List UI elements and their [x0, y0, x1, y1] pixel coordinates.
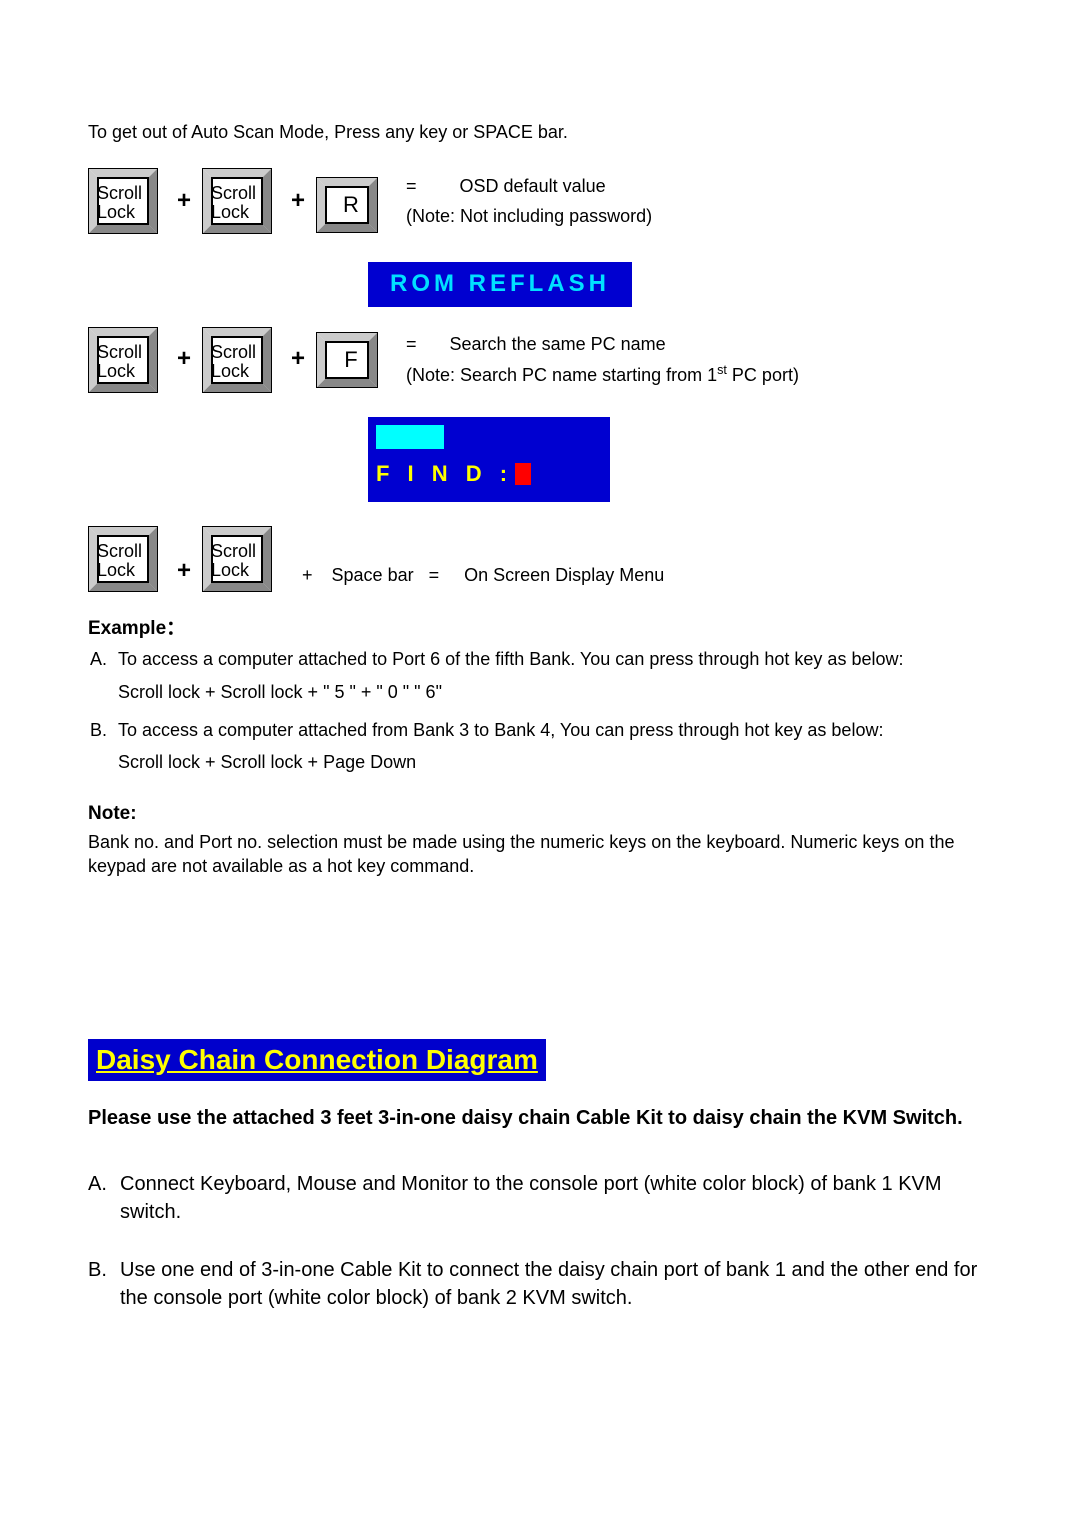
hotkey-row-r: Scroll Lock + Scroll Lock + R = OSD defa… — [88, 168, 992, 234]
scroll-lock-key: Scroll Lock — [202, 526, 272, 592]
plus-icon: + — [166, 555, 202, 587]
cursor-icon — [515, 463, 531, 485]
plus-icon: + — [166, 343, 202, 375]
plus-icon: + — [288, 565, 327, 585]
scroll-lock-key: Scroll Lock — [202, 168, 272, 234]
item-sub: Scroll lock + Scroll lock + Page Down — [118, 750, 992, 774]
list-item: B. To access a computer attached from Ba… — [90, 718, 992, 742]
find-box: F I N D : — [368, 417, 610, 502]
key-label: Scroll Lock — [97, 542, 151, 580]
item-text: To access a computer attached to Port 6 … — [118, 647, 903, 671]
example-list: A. To access a computer attached to Port… — [90, 647, 992, 774]
scroll-lock-key: Scroll Lock — [88, 526, 158, 592]
example-heading: Example： — [88, 616, 992, 642]
key-label: Scroll Lock — [211, 184, 265, 222]
item-text: To access a computer attached from Bank … — [118, 718, 883, 742]
result-text: = Search the same PC name (Note: Search … — [406, 332, 799, 388]
find-label: F I N D : — [376, 459, 513, 489]
note-heading: Note: — [88, 801, 992, 827]
key-label: Scroll Lock — [97, 343, 151, 381]
result-label: Search the same PC name — [450, 334, 666, 354]
list-item: B. Use one end of 3-in-one Cable Kit to … — [88, 1256, 992, 1312]
cyan-block-icon — [376, 425, 444, 449]
hotkey-row-space: Scroll Lock + Scroll Lock + Space bar = … — [88, 526, 992, 592]
plus-icon: + — [166, 185, 202, 217]
plus-icon: + — [280, 343, 316, 375]
item-label: A. — [88, 1170, 120, 1226]
scroll-lock-key: Scroll Lock — [202, 327, 272, 393]
r-key: R — [316, 177, 378, 233]
key-label: Scroll Lock — [211, 542, 265, 580]
key-label: Scroll Lock — [211, 343, 265, 381]
list-item: A. Connect Keyboard, Mouse and Monitor t… — [88, 1170, 992, 1226]
item-label: B. — [88, 1256, 120, 1312]
result-label: OSD default value — [460, 176, 606, 196]
key-label: Scroll Lock — [97, 184, 151, 222]
f-key: F — [316, 332, 378, 388]
item-label: A. — [90, 647, 118, 671]
equals-icon: = — [406, 334, 435, 354]
key-label: F — [316, 348, 386, 371]
item-text: Use one end of 3-in-one Cable Kit to con… — [120, 1256, 992, 1312]
result-text: + Space bar = On Screen Display Menu — [288, 563, 664, 587]
result-label: On Screen Display Menu — [464, 565, 664, 585]
space-label: Space bar — [332, 565, 414, 585]
item-sub: Scroll lock + Scroll lock + " 5 " + " 0 … — [118, 680, 992, 704]
rom-reflash-box: ROM REFLASH — [368, 262, 632, 306]
equals-icon: = — [429, 565, 440, 585]
note-text: (Note: Not including password) — [406, 204, 652, 228]
item-text: Connect Keyboard, Mouse and Monitor to t… — [120, 1170, 992, 1226]
plus-icon: + — [280, 185, 316, 217]
key-label: R — [316, 193, 386, 216]
note-body: Bank no. and Port no. selection must be … — [88, 830, 992, 879]
hotkey-row-f: Scroll Lock + Scroll Lock + F = Search t… — [88, 327, 992, 393]
step-list: A. Connect Keyboard, Mouse and Monitor t… — [88, 1170, 992, 1312]
list-item: A. To access a computer attached to Port… — [90, 647, 992, 671]
equals-icon: = — [406, 176, 435, 196]
item-label: B. — [90, 718, 118, 742]
result-text: = OSD default value (Note: Not including… — [406, 174, 652, 229]
note-text: (Note: Search PC name starting from 1st … — [406, 362, 799, 387]
scroll-lock-key: Scroll Lock — [88, 168, 158, 234]
scroll-lock-key: Scroll Lock — [88, 327, 158, 393]
intro-text: To get out of Auto Scan Mode, Press any … — [88, 120, 992, 144]
section-subheading: Please use the attached 3 feet 3-in-one … — [88, 1103, 992, 1134]
section-heading: Daisy Chain Connection Diagram — [88, 1039, 546, 1081]
